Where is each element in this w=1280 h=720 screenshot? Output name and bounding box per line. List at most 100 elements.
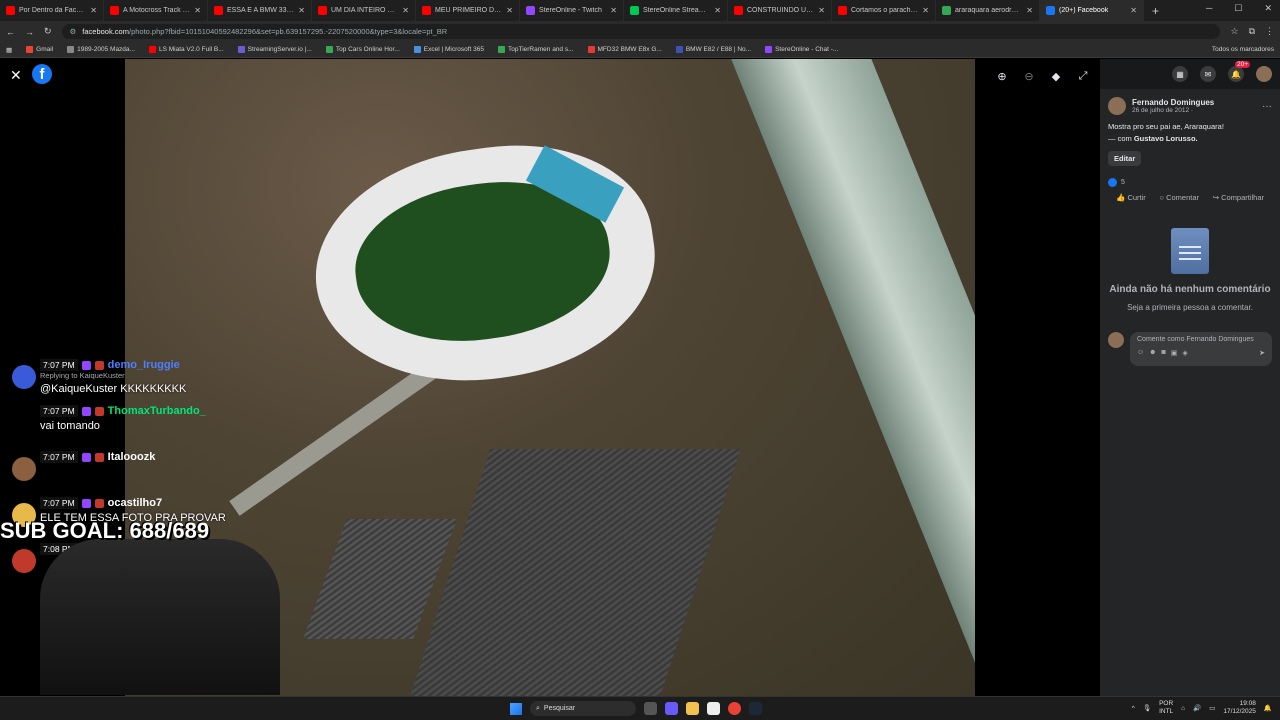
chat-username[interactable]: ocastilho7 bbox=[108, 497, 162, 509]
copilot-icon[interactable] bbox=[665, 702, 678, 715]
language-indicator[interactable]: POR INTL bbox=[1159, 700, 1173, 717]
author-avatar[interactable] bbox=[1108, 97, 1126, 115]
browser-tab[interactable]: (20+) Facebook ✕ bbox=[1040, 0, 1144, 21]
chat-username[interactable]: demo_Iruggie bbox=[108, 359, 180, 371]
url-field[interactable]: ⚙ facebook.com/photo.php?fbid=1015104059… bbox=[61, 24, 1221, 39]
store-icon[interactable] bbox=[707, 702, 720, 715]
back-icon[interactable]: ← bbox=[6, 27, 15, 37]
close-tab-icon[interactable]: ✕ bbox=[818, 6, 825, 15]
edit-button[interactable]: Editar bbox=[1108, 151, 1142, 166]
sticker-icon[interactable]: ◈ bbox=[1182, 349, 1187, 357]
close-viewer-icon[interactable]: ✕ bbox=[10, 67, 22, 84]
tab-favicon-icon bbox=[526, 6, 535, 15]
chat-username[interactable]: Italooozk bbox=[108, 451, 156, 463]
bookmark-item[interactable]: StereOnline - Chat -... bbox=[765, 46, 838, 53]
share-button[interactable]: ↪ Compartilhar bbox=[1213, 193, 1264, 202]
like-reaction-icon bbox=[1108, 178, 1117, 187]
mic-icon[interactable]: 🎙 bbox=[1143, 704, 1151, 712]
browser-tab[interactable]: CONSTRUINDO UM CARRO ✕ bbox=[728, 0, 832, 21]
reaction-summary[interactable]: 5 bbox=[1108, 178, 1272, 187]
steam-icon[interactable] bbox=[749, 702, 762, 715]
browser-tab[interactable]: A Motocross Track But Ev ✕ bbox=[104, 0, 208, 21]
browser-tab[interactable]: Por Dentro da Faculdade ✕ bbox=[0, 0, 104, 21]
all-bookmarks-folder[interactable]: Todos os marcadores bbox=[1212, 46, 1274, 53]
close-tab-icon[interactable]: ✕ bbox=[90, 6, 97, 15]
site-info-icon[interactable]: ⚙ bbox=[70, 27, 77, 36]
browser-tab[interactable]: StereOnline - Twitch ✕ bbox=[520, 0, 624, 21]
bookmark-item[interactable]: 1989-2005 Mazda... bbox=[67, 46, 135, 53]
bookmark-favicon-icon bbox=[413, 46, 421, 53]
more-options-icon[interactable]: ··· bbox=[1262, 101, 1272, 112]
taskbar-search[interactable]: ⌕ Pesquisar bbox=[530, 701, 636, 716]
close-tab-icon[interactable]: ✕ bbox=[1026, 6, 1033, 15]
menu-icon[interactable]: ⋮ bbox=[1265, 26, 1274, 37]
tag-icon[interactable]: ◆ bbox=[1049, 69, 1063, 83]
browser-tab[interactable]: Cortamos o parachoque✕ bbox=[832, 0, 936, 21]
post-date[interactable]: 26 de julho de 2012 · bbox=[1132, 107, 1214, 114]
bookmark-item[interactable]: LS Miata V2.0 Full B... bbox=[148, 46, 224, 53]
author-name[interactable]: Fernando Domingues bbox=[1132, 98, 1214, 107]
send-icon[interactable]: ➤ bbox=[1259, 349, 1265, 357]
avatar-sticker-icon[interactable]: ☺ bbox=[1137, 349, 1144, 357]
battery-icon[interactable]: ▭ bbox=[1209, 704, 1215, 712]
browser-tab[interactable]: StereOnline Stream - Wat ✕ bbox=[624, 0, 728, 21]
apps-grid-icon[interactable]: ▦ bbox=[6, 46, 12, 54]
like-button[interactable]: 👍 Curtir bbox=[1116, 193, 1146, 202]
minimize-button[interactable]: ─ bbox=[1206, 3, 1212, 14]
fullscreen-icon[interactable]: ⤢ bbox=[1076, 69, 1090, 83]
facebook-logo-icon[interactable]: f bbox=[32, 64, 52, 84]
task-view-icon[interactable] bbox=[644, 702, 657, 715]
zoom-out-icon[interactable]: ⊖ bbox=[1022, 69, 1036, 83]
close-tab-icon[interactable]: ✕ bbox=[402, 6, 409, 15]
star-icon[interactable]: ☆ bbox=[1230, 26, 1238, 37]
bookmark-item[interactable]: Top Cars Online Hor... bbox=[325, 46, 400, 53]
comment-input[interactable]: Comente como Fernando Domingues ☺ ☻ ◙ ▣ … bbox=[1130, 331, 1272, 366]
bookmark-item[interactable]: Gmail bbox=[26, 46, 53, 53]
tagged-user-link[interactable]: Gustavo Lorusso. bbox=[1134, 134, 1198, 143]
tray-chevron-icon[interactable]: ^ bbox=[1132, 705, 1135, 712]
bookmark-item[interactable]: MFD32 BMW E8x G... bbox=[587, 46, 662, 53]
bell-icon[interactable]: 🔔 20+ bbox=[1228, 61, 1250, 82]
bookmark-favicon-icon bbox=[148, 46, 156, 53]
reload-icon[interactable]: ↻ bbox=[44, 26, 52, 37]
camera-icon[interactable]: ◙ bbox=[1162, 349, 1166, 357]
browser-tab[interactable]: UM DIA INTEIRO VOANDO ✕ bbox=[312, 0, 416, 21]
gif-icon[interactable]: ▣ bbox=[1171, 349, 1178, 357]
bookmark-item[interactable]: StreamingServer.io |... bbox=[237, 46, 312, 53]
tab-title: ESSA É A BMW 335 MAIS bbox=[227, 7, 294, 14]
new-tab-button[interactable]: + bbox=[1144, 4, 1167, 18]
chrome-icon[interactable] bbox=[728, 702, 741, 715]
extensions-icon[interactable]: ⧉ bbox=[1249, 26, 1255, 37]
profile-avatar[interactable] bbox=[1256, 66, 1272, 82]
browser-tab[interactable]: MEU PRIMEIRO DIA NO JU ✕ bbox=[416, 0, 520, 21]
start-button-icon[interactable] bbox=[510, 702, 522, 715]
close-tab-icon[interactable]: ✕ bbox=[194, 6, 201, 15]
zoom-in-icon[interactable]: ⊕ bbox=[995, 69, 1009, 83]
forward-icon[interactable]: → bbox=[25, 27, 34, 37]
browser-tab[interactable]: araraquara aerodromo - G✕ bbox=[936, 0, 1040, 21]
close-tab-icon[interactable]: ✕ bbox=[922, 6, 929, 15]
bookmark-item[interactable]: Excel | Microsoft 365 bbox=[413, 46, 484, 53]
bookmark-item[interactable]: TopTierRamen and s... bbox=[498, 46, 574, 53]
menu-grid-icon[interactable]: ▦ bbox=[1172, 66, 1188, 82]
network-icon[interactable]: ⌂ bbox=[1181, 705, 1185, 712]
comment-button[interactable]: ○ Comentar bbox=[1159, 193, 1199, 202]
url-path: /photo.php?fbid=10151040592482296&set=pb… bbox=[128, 27, 448, 36]
emoji-icon[interactable]: ☻ bbox=[1149, 349, 1156, 357]
volume-icon[interactable]: 🔊 bbox=[1193, 704, 1201, 712]
bookmark-item[interactable]: BMW E82 / E88 | No... bbox=[675, 46, 751, 53]
close-tab-icon[interactable]: ✕ bbox=[1130, 6, 1137, 15]
notification-center-icon[interactable]: 🔔 bbox=[1264, 704, 1272, 712]
messenger-icon[interactable]: ✉ bbox=[1200, 66, 1216, 82]
chat-username[interactable]: ThomaxTurbando_ bbox=[108, 405, 206, 417]
clock[interactable]: 19:08 17/12/2025 bbox=[1223, 700, 1256, 717]
browser-tab[interactable]: ESSA É A BMW 335 MAIS ✕ bbox=[208, 0, 312, 21]
close-tab-icon[interactable]: ✕ bbox=[610, 6, 617, 15]
close-tab-icon[interactable]: ✕ bbox=[506, 6, 513, 15]
file-explorer-icon[interactable] bbox=[686, 702, 699, 715]
close-tab-icon[interactable]: ✕ bbox=[714, 6, 721, 15]
close-window-button[interactable]: ✕ bbox=[1264, 3, 1272, 14]
maximize-button[interactable]: ☐ bbox=[1234, 3, 1242, 14]
taskbar-search-label: Pesquisar bbox=[543, 705, 576, 712]
close-tab-icon[interactable]: ✕ bbox=[298, 6, 305, 15]
